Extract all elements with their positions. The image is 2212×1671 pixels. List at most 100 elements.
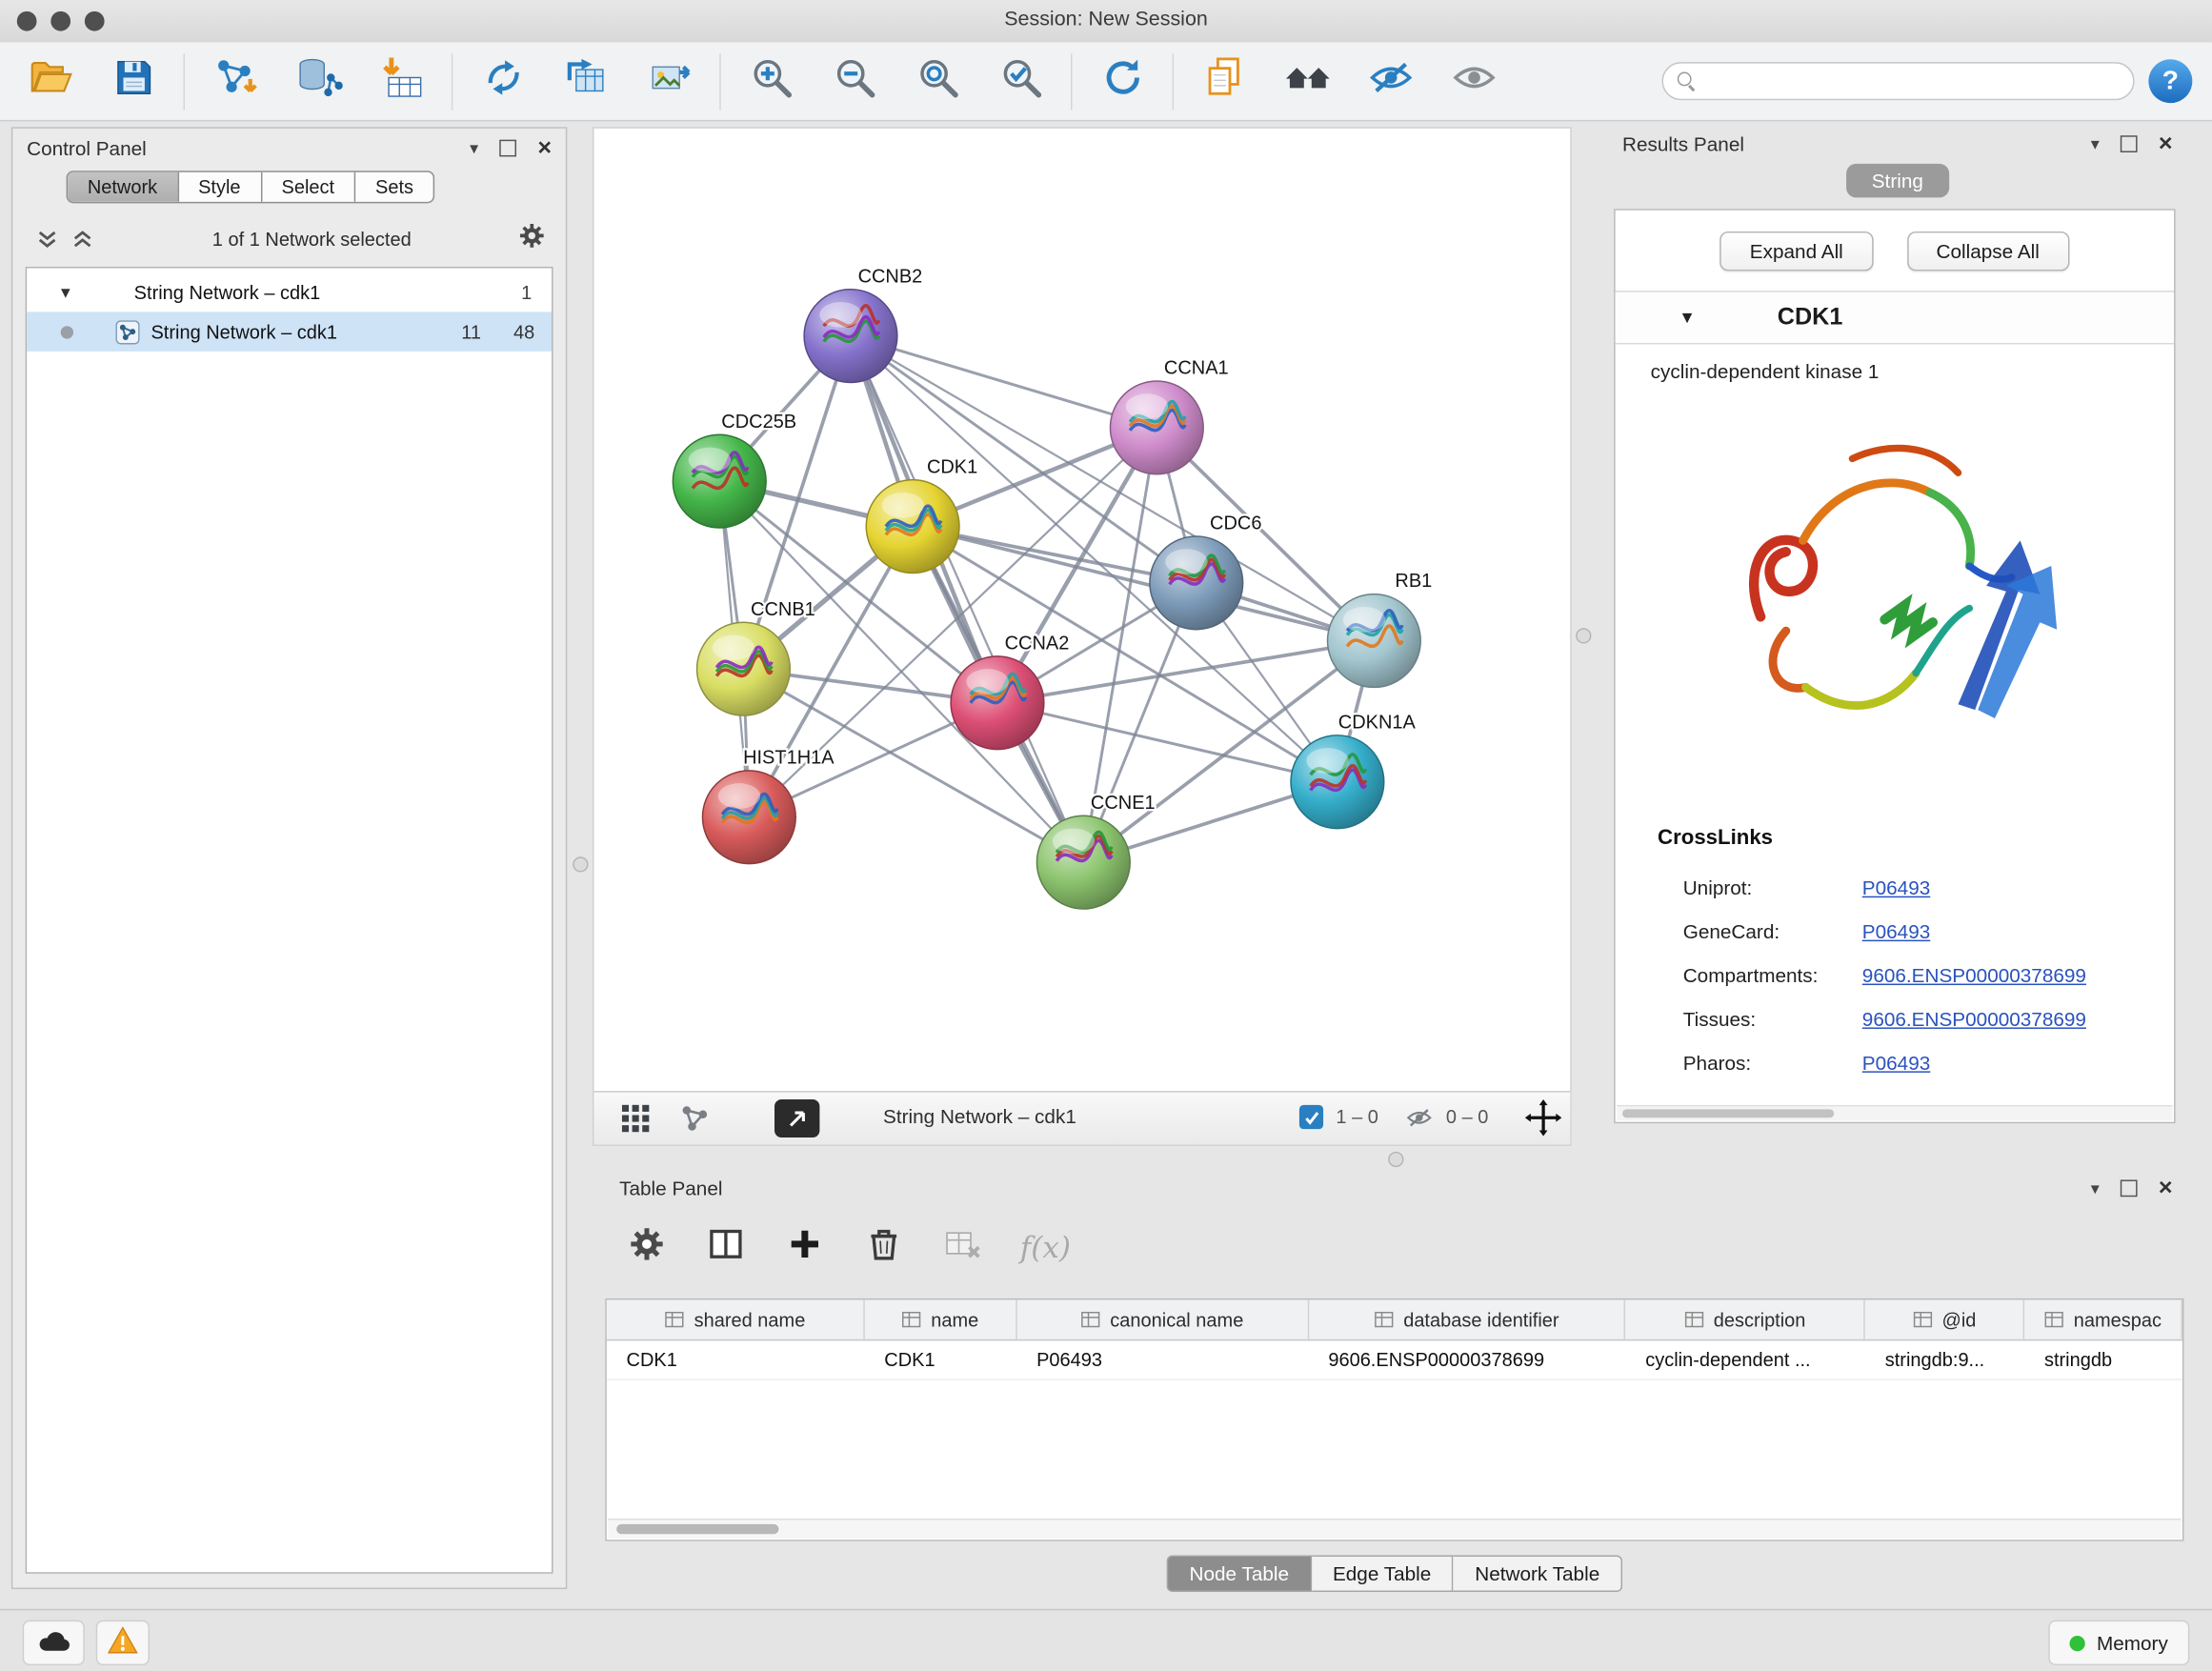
tab-edge-table[interactable]: Edge Table (1312, 1556, 1454, 1593)
export-network-button[interactable] (477, 55, 530, 108)
collapse-all-button[interactable]: Collapse All (1906, 232, 2069, 271)
table-cell[interactable]: cyclin-dependent ... (1626, 1340, 1866, 1379)
table-cell[interactable]: P06493 (1016, 1340, 1308, 1379)
import-network-from-database-button[interactable] (292, 55, 345, 108)
help-button[interactable]: ? (2148, 59, 2192, 103)
column-header-database-identifier[interactable]: database identifier (1309, 1299, 1626, 1339)
apply-layout-button[interactable] (1096, 55, 1149, 108)
column-header-shared-name[interactable]: shared name (607, 1299, 865, 1339)
search-box[interactable] (1662, 62, 2135, 100)
table-cell[interactable]: CDK1 (607, 1340, 865, 1379)
network-collection-row[interactable]: ▼ String Network – cdk1 1 (27, 273, 552, 312)
table-row[interactable]: CDK1CDK1P064939606.ENSP00000378699cyclin… (607, 1340, 2182, 1379)
duplicate-document-button[interactable] (1197, 55, 1250, 108)
cloud-button[interactable] (23, 1621, 85, 1665)
search-input[interactable] (1705, 70, 2119, 93)
results-horizontal-scrollbar[interactable] (1617, 1105, 2172, 1120)
open-in-new-button[interactable] (774, 1099, 819, 1137)
panel-close-icon[interactable]: × (537, 141, 552, 155)
crosslink-link[interactable]: 9606.ENSP00000378699 (1862, 1007, 2086, 1030)
zoom-selected-button[interactable] (995, 55, 1047, 108)
crosslink-link[interactable]: P06493 (1862, 876, 1930, 898)
tab-select[interactable]: Select (262, 172, 356, 202)
selected-checkbox-icon[interactable] (1299, 1105, 1323, 1129)
show-columns-button[interactable] (704, 1226, 746, 1268)
import-network-from-file-button[interactable] (209, 55, 261, 108)
network-node-CDKN1A[interactable] (1291, 735, 1384, 829)
network-node-CDC25B[interactable] (673, 434, 766, 528)
delete-table-button[interactable] (941, 1226, 983, 1268)
export-image-button[interactable] (643, 55, 695, 108)
zoom-in-button[interactable] (745, 55, 797, 108)
network-share-icon[interactable] (678, 1102, 711, 1141)
collapse-all-icon[interactable] (35, 227, 59, 251)
table-cell[interactable]: CDK1 (865, 1340, 1017, 1379)
import-table-from-file-button[interactable] (375, 55, 428, 108)
crosslink-link[interactable]: P06493 (1862, 1051, 1930, 1074)
section-expanded-icon[interactable]: ▼ (1679, 308, 1696, 328)
delete-column-button[interactable] (862, 1226, 904, 1268)
expand-all-icon[interactable] (70, 227, 94, 251)
crosslink-link[interactable]: P06493 (1862, 919, 1930, 942)
panel-float-icon[interactable] (2121, 1179, 2138, 1197)
panel-float-icon[interactable] (499, 140, 516, 157)
edge-CCNB2-CCNE1[interactable] (851, 336, 1083, 863)
string-tab-badge[interactable]: String (1846, 164, 1948, 198)
network-canvas[interactable]: CCNB2CCNA1CDC25BCDK1CDC6RB1CCNB1CCNA2CDK… (593, 129, 1570, 1093)
panel-close-icon[interactable]: × (2159, 137, 2173, 151)
export-table-button[interactable] (560, 55, 613, 108)
column-header-namespac[interactable]: namespac (2024, 1299, 2182, 1339)
network-view: CCNB2CCNA1CDC25BCDK1CDC6RB1CCNB1CCNA2CDK… (593, 127, 1572, 1146)
splitter-handle[interactable] (1388, 1152, 1403, 1167)
column-header--id[interactable]: @id (1865, 1299, 2024, 1339)
graphics-details-button[interactable] (1447, 55, 1499, 108)
edge-CCNB2-CCNA1[interactable] (851, 336, 1156, 428)
panel-close-icon[interactable]: × (2159, 1181, 2173, 1196)
zoom-out-button[interactable] (828, 55, 880, 108)
zoom-fit-button[interactable] (912, 55, 964, 108)
splitter-handle[interactable] (1576, 628, 1591, 643)
tab-style[interactable]: Style (178, 172, 261, 202)
create-column-button[interactable] (783, 1226, 825, 1268)
open-session-button[interactable] (24, 55, 76, 108)
column-header-canonical-name[interactable]: canonical name (1016, 1299, 1308, 1339)
hide-unhide-button[interactable] (1364, 55, 1417, 108)
tree-expanded-icon[interactable]: ▼ (58, 285, 78, 302)
panel-menu-icon[interactable]: ▾ (470, 138, 478, 158)
panel-menu-icon[interactable]: ▾ (2091, 134, 2100, 154)
network-node-RB1[interactable] (1328, 594, 1421, 688)
tab-sets[interactable]: Sets (355, 172, 432, 202)
network-node-CCNB1[interactable] (697, 622, 791, 715)
splitter-handle[interactable] (573, 856, 588, 872)
home-button[interactable] (1281, 55, 1334, 108)
table-cell[interactable]: stringdb:9... (1865, 1340, 2024, 1379)
panel-float-icon[interactable] (2121, 135, 2138, 152)
network-row-selected[interactable]: String Network – cdk1 11 48 (27, 312, 552, 351)
table-horizontal-scrollbar[interactable] (608, 1519, 2181, 1539)
warnings-button[interactable] (96, 1621, 150, 1665)
network-collection-label: String Network – cdk1 (134, 282, 321, 303)
table-cell[interactable]: stringdb (2024, 1340, 2182, 1379)
options-gear-icon[interactable] (517, 221, 546, 256)
save-session-button[interactable] (108, 55, 160, 108)
edge-CCNA2-CDKN1A[interactable] (997, 703, 1337, 782)
panel-menu-icon[interactable]: ▾ (2091, 1178, 2100, 1198)
title-bar: Session: New Session (0, 0, 2212, 44)
table-options-button[interactable] (625, 1226, 667, 1268)
memory-button[interactable]: Memory (2048, 1621, 2189, 1665)
tab-node-table[interactable]: Node Table (1167, 1556, 1312, 1593)
workspace: Control Panel ▾ × Network Style Select S… (0, 121, 2212, 1608)
function-builder-button[interactable]: f(x) (1020, 1231, 1071, 1265)
tab-network[interactable]: Network (68, 172, 178, 202)
column-header-name[interactable]: name (865, 1299, 1017, 1339)
column-header-description[interactable]: description (1626, 1299, 1866, 1339)
grid-view-icon[interactable] (619, 1102, 652, 1141)
pan-crosshair-icon[interactable] (1525, 1099, 1562, 1143)
crosslink-link[interactable]: 9606.ENSP00000378699 (1862, 963, 2086, 986)
gene-section-header[interactable]: ▼ CDK1 (1616, 292, 2174, 345)
expand-all-button[interactable]: Expand All (1720, 232, 1873, 271)
table-cell[interactable]: 9606.ENSP00000378699 (1309, 1340, 1626, 1379)
network-node-CCNE1[interactable] (1036, 815, 1130, 909)
network-node-CCNA1[interactable] (1110, 381, 1203, 474)
tab-network-table[interactable]: Network Table (1454, 1556, 1622, 1593)
